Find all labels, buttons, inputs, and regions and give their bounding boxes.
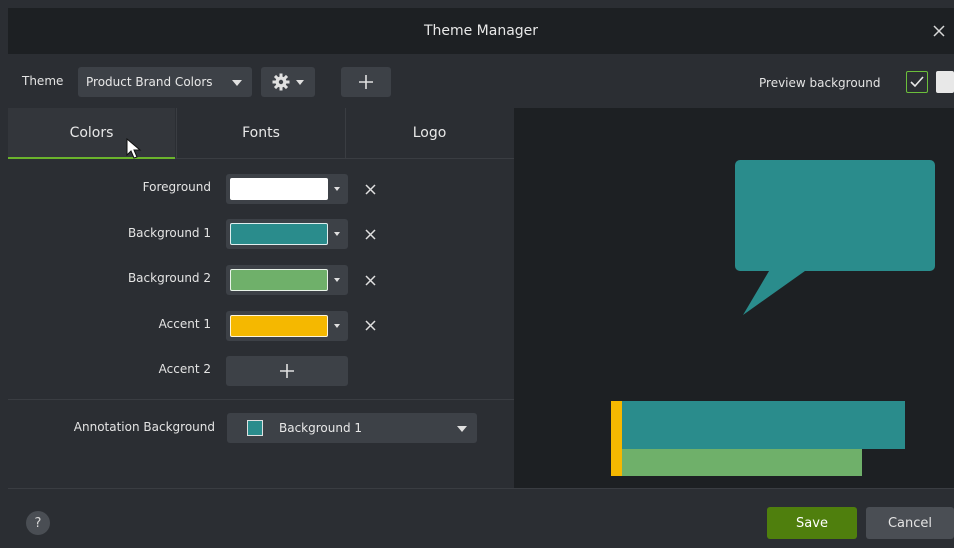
plus-icon (280, 364, 294, 378)
accent-2-label: Accent 2 (158, 362, 211, 376)
annotation-background-swatch (247, 420, 263, 436)
chevron-down-icon (457, 426, 467, 432)
background-1-color-picker[interactable] (226, 219, 348, 249)
toolbar: Theme Product Brand Colors Preview backg… (8, 56, 954, 108)
tab-fonts-label: Fonts (242, 125, 280, 141)
theme-dropdown[interactable]: Product Brand Colors (78, 67, 252, 97)
remove-background-1-button[interactable] (360, 224, 380, 244)
close-icon (364, 274, 376, 286)
foreground-color-picker[interactable] (226, 174, 348, 204)
theme-preview (514, 108, 954, 488)
preview-background-swatch[interactable] (936, 71, 954, 93)
background-2-color-swatch (230, 269, 328, 291)
remove-accent-1-button[interactable] (360, 315, 380, 335)
cancel-button[interactable]: Cancel (866, 507, 954, 539)
chevron-down-icon (334, 187, 340, 191)
accent-1-color-swatch (230, 315, 328, 337)
preview-background-label: Preview background (759, 76, 881, 90)
close-button[interactable] (928, 20, 950, 42)
chevron-down-icon (334, 324, 340, 328)
background-2-label: Background 2 (127, 271, 211, 285)
tab-logo[interactable]: Logo (345, 108, 514, 158)
plus-icon (359, 75, 373, 89)
chevron-down-icon (296, 80, 304, 85)
divider (8, 399, 514, 400)
lower-third-accent (611, 401, 622, 476)
callout-bubble (735, 160, 935, 271)
tab-logo-label: Logo (412, 125, 447, 141)
foreground-color-swatch (230, 178, 328, 200)
accent-1-label: Accent 1 (158, 317, 211, 331)
callout-preview (611, 160, 935, 476)
close-icon (364, 228, 376, 240)
callout-tail (743, 266, 812, 315)
annotation-background-label: Annotation Background (73, 420, 215, 434)
chevron-down-icon (232, 80, 242, 86)
close-icon (364, 319, 376, 331)
remove-foreground-button[interactable] (360, 179, 380, 199)
mouse-pointer-icon (126, 138, 142, 159)
tab-colors-label: Colors (69, 125, 114, 141)
add-accent-2-button[interactable] (226, 356, 348, 386)
theme-dropdown-value: Product Brand Colors (86, 75, 213, 89)
background-1-color-swatch (230, 223, 328, 245)
active-tab-indicator (8, 157, 175, 159)
tab-bar: Colors Fonts Logo (8, 108, 514, 159)
chevron-down-icon (334, 232, 340, 236)
checkmark-icon (910, 76, 924, 88)
theme-properties-panel: Colors Fonts Logo Foreground Background … (8, 108, 514, 488)
remove-background-2-button[interactable] (360, 270, 380, 290)
lower-third-primary (622, 401, 905, 449)
footer: ? Save Cancel (8, 488, 954, 548)
tab-fonts[interactable]: Fonts (176, 108, 346, 158)
accent-1-color-picker[interactable] (226, 311, 348, 341)
add-theme-button[interactable] (341, 67, 391, 97)
window-title: Theme Manager (423, 23, 539, 39)
chevron-down-icon (334, 278, 340, 282)
background-2-color-picker[interactable] (226, 265, 348, 295)
tab-colors[interactable]: Colors (8, 108, 175, 159)
save-button[interactable]: Save (767, 507, 857, 539)
gear-icon (272, 73, 290, 91)
preview-background-checkbox[interactable] (906, 71, 928, 93)
annotation-background-value: Background 1 (279, 421, 363, 435)
lower-third-secondary (622, 449, 862, 476)
title-bar: Theme Manager (8, 8, 954, 54)
annotation-background-dropdown[interactable]: Background 1 (227, 413, 477, 443)
theme-label: Theme (22, 74, 64, 88)
theme-options-button[interactable] (261, 67, 315, 97)
help-button[interactable]: ? (26, 511, 50, 535)
foreground-label: Foreground (142, 180, 211, 194)
background-1-label: Background 1 (127, 226, 211, 240)
close-icon (933, 25, 945, 37)
close-icon (364, 183, 376, 195)
